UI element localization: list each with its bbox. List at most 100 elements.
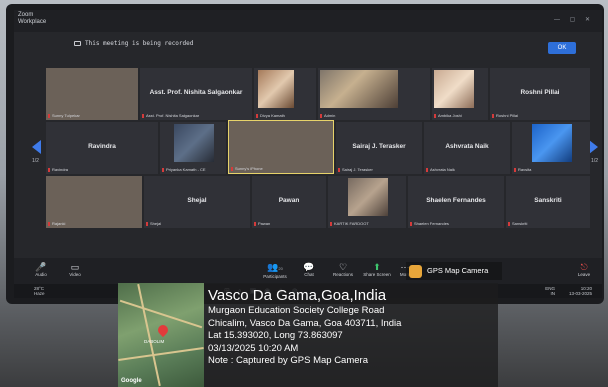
microphone-icon: 🎤 bbox=[35, 262, 47, 272]
participant-center-name: Shejal bbox=[187, 196, 207, 204]
gps-coordinates: Lat 15.393020, Long 73.863097 bbox=[208, 330, 343, 341]
participant-video bbox=[258, 70, 294, 108]
recording-icon bbox=[74, 41, 81, 46]
participant-video bbox=[532, 124, 572, 162]
participant-name: Ashvrata Naik bbox=[426, 167, 455, 172]
participant-name: Sairaj J. Terasker bbox=[338, 167, 373, 172]
participant-tile[interactable]: Rajanki bbox=[46, 176, 142, 228]
video-label: Video bbox=[69, 272, 81, 277]
participant-name: Admin bbox=[320, 113, 335, 118]
participant-name: Shejal bbox=[146, 221, 161, 226]
participant-tile[interactable]: Admin bbox=[318, 68, 430, 120]
laptop-screen: Zoom Workplace — ▢ ✕ This meeting is bei… bbox=[14, 10, 602, 298]
gps-address-line: Chicalim, Vasco Da Gama, Goa 403711, Ind… bbox=[208, 317, 402, 329]
participant-tile[interactable]: Sunny Tulpekar bbox=[46, 68, 138, 120]
gps-address-line: Murgaon Education Society College Road bbox=[208, 305, 385, 316]
participant-name: Asst. Prof. Nishita Salgaonkar bbox=[142, 113, 199, 118]
participant-tile[interactable]: Asst. Prof. Nishita Salgaonkar Asst. Pro… bbox=[140, 68, 252, 120]
ok-button[interactable]: OK bbox=[548, 42, 576, 54]
reactions-label: Reactions bbox=[332, 272, 353, 277]
participant-tile[interactable]: Sairaj J. Terasker Sairaj J. Terasker bbox=[336, 122, 422, 174]
leave-icon: ⎋ bbox=[580, 262, 588, 272]
participant-name: Divya Kamath bbox=[256, 113, 285, 118]
language-indicator: ENG IN bbox=[545, 286, 555, 296]
recording-text: This meeting is being recorded bbox=[85, 40, 194, 47]
audio-button[interactable]: 🎤 Audio bbox=[24, 262, 58, 277]
participant-center-name: Pawan bbox=[278, 196, 300, 204]
gps-location-title: Vasco Da Gama,Goa,India bbox=[208, 287, 387, 304]
participant-name: KARTIK FARDOOT bbox=[330, 221, 369, 226]
participant-name: Priyanka Kamath - CE bbox=[162, 167, 206, 172]
prev-page-icon[interactable] bbox=[32, 140, 41, 154]
chat-label: Chat bbox=[304, 272, 314, 277]
location-pin-icon bbox=[155, 322, 171, 338]
participant-name: Rajanki bbox=[48, 221, 65, 226]
participant-video bbox=[434, 70, 474, 108]
participant-center-name: Ravindra bbox=[88, 142, 116, 150]
participant-video bbox=[174, 124, 214, 162]
participant-name: Shaelen Fernandes bbox=[410, 221, 449, 226]
meeting-controls: 🎤 Audio ▭ Video 👥20 Participants 💬 Chat … bbox=[14, 258, 602, 284]
gps-camera-badge: GPS Map Camera bbox=[406, 262, 502, 280]
participant-tile[interactable]: Pawan Pawan bbox=[252, 176, 326, 228]
active-speaker-tile[interactable]: Sunny's iPhone bbox=[228, 120, 334, 174]
participant-tile[interactable]: KARTIK FARDOOT bbox=[328, 176, 406, 228]
leave-button[interactable]: ⎋ Leave bbox=[570, 262, 598, 277]
gps-info-panel: DABOLIM Google Vasco Da Gama,Goa,India M… bbox=[118, 283, 498, 387]
page-indicator-right: 1/2 bbox=[591, 158, 598, 164]
participant-center-name: Shaelen Fernandes bbox=[426, 196, 486, 204]
participant-center-name: Sairaj J. Terasker bbox=[352, 142, 406, 150]
participant-name: Pawan bbox=[254, 221, 270, 226]
window-controls[interactable]: — ▢ ✕ bbox=[554, 16, 594, 23]
participant-tile[interactable]: Roshni Pillai Roshni Pillai bbox=[490, 68, 590, 120]
app-title: Zoom Workplace bbox=[18, 12, 47, 25]
share-label: Share Screen bbox=[363, 272, 391, 277]
audio-label: Audio bbox=[35, 272, 47, 277]
video-button[interactable]: ▭ Video bbox=[58, 262, 92, 277]
next-page-icon[interactable] bbox=[589, 140, 598, 154]
camera-icon: ▭ bbox=[70, 262, 80, 272]
gps-timestamp: 03/13/2025 10:20 AM bbox=[208, 342, 299, 354]
participant-center-name: Sanskriti bbox=[534, 196, 562, 204]
participant-tile[interactable]: Shaelen Fernandes Shaelen Fernandes bbox=[408, 176, 504, 228]
participant-tile[interactable]: Ravindra Ravindra bbox=[46, 122, 158, 174]
gps-badge-label: GPS Map Camera bbox=[427, 266, 489, 275]
participants-label: Participants bbox=[263, 274, 287, 279]
participant-tile[interactable]: Shejal Shejal bbox=[144, 176, 250, 228]
clock-date: 13-03-2025 bbox=[568, 291, 592, 296]
participant-tile[interactable]: Priyanka Kamath - CE bbox=[160, 122, 226, 174]
reactions-button[interactable]: ♡ Reactions bbox=[326, 262, 360, 277]
participant-center-name: Ashvrata Naik bbox=[445, 142, 489, 150]
title-bar: Zoom Workplace — ▢ ✕ bbox=[14, 10, 602, 32]
participant-video bbox=[348, 178, 388, 216]
chat-button[interactable]: 💬 Chat bbox=[292, 262, 326, 277]
participant-name: Sanskriti bbox=[508, 221, 527, 226]
participant-tile[interactable]: Divya Kamath bbox=[254, 68, 316, 120]
participant-name: Roshni Pillai bbox=[492, 113, 518, 118]
system-tray[interactable]: ENG IN10:20 13-03-2025 bbox=[545, 286, 592, 296]
participant-tile[interactable]: Ravsita bbox=[512, 122, 590, 174]
participants-button[interactable]: 👥20 Participants bbox=[258, 262, 292, 279]
page-indicator-left: 1/2 bbox=[32, 158, 39, 164]
chat-icon: 💬 bbox=[303, 262, 315, 272]
participant-video bbox=[320, 70, 398, 108]
gps-camera-icon bbox=[409, 264, 422, 278]
gps-note: Note : Captured by GPS Map Camera bbox=[208, 355, 368, 366]
participant-tile[interactable]: Sanskriti Sanskriti bbox=[506, 176, 590, 228]
participant-name: Ravindra bbox=[48, 167, 68, 172]
participant-name: Sunny Tulpekar bbox=[48, 113, 80, 118]
recording-notice: This meeting is being recorded bbox=[74, 40, 193, 47]
participant-name: Sunny's iPhone bbox=[231, 166, 263, 171]
weather-widget[interactable]: 28°C Haze bbox=[34, 286, 45, 296]
heart-icon: ♡ bbox=[338, 262, 348, 272]
leave-label: Leave bbox=[577, 272, 591, 277]
participant-tile[interactable]: Ashvrata Naik Ashvrata Naik bbox=[424, 122, 510, 174]
participant-name: Ambika Joshi bbox=[434, 113, 462, 118]
gps-mini-map: DABOLIM Google bbox=[118, 283, 204, 387]
gps-details: Vasco Da Gama,Goa,India Murgaon Educatio… bbox=[208, 287, 401, 368]
participant-center-name: Asst. Prof. Nishita Salgaonkar bbox=[149, 88, 243, 96]
participants-icon: 👥20 bbox=[267, 262, 283, 272]
map-place-label: DABOLIM bbox=[144, 339, 165, 344]
participant-tile[interactable]: Ambika Joshi bbox=[432, 68, 488, 120]
participant-center-name: Roshni Pillai bbox=[520, 88, 560, 96]
